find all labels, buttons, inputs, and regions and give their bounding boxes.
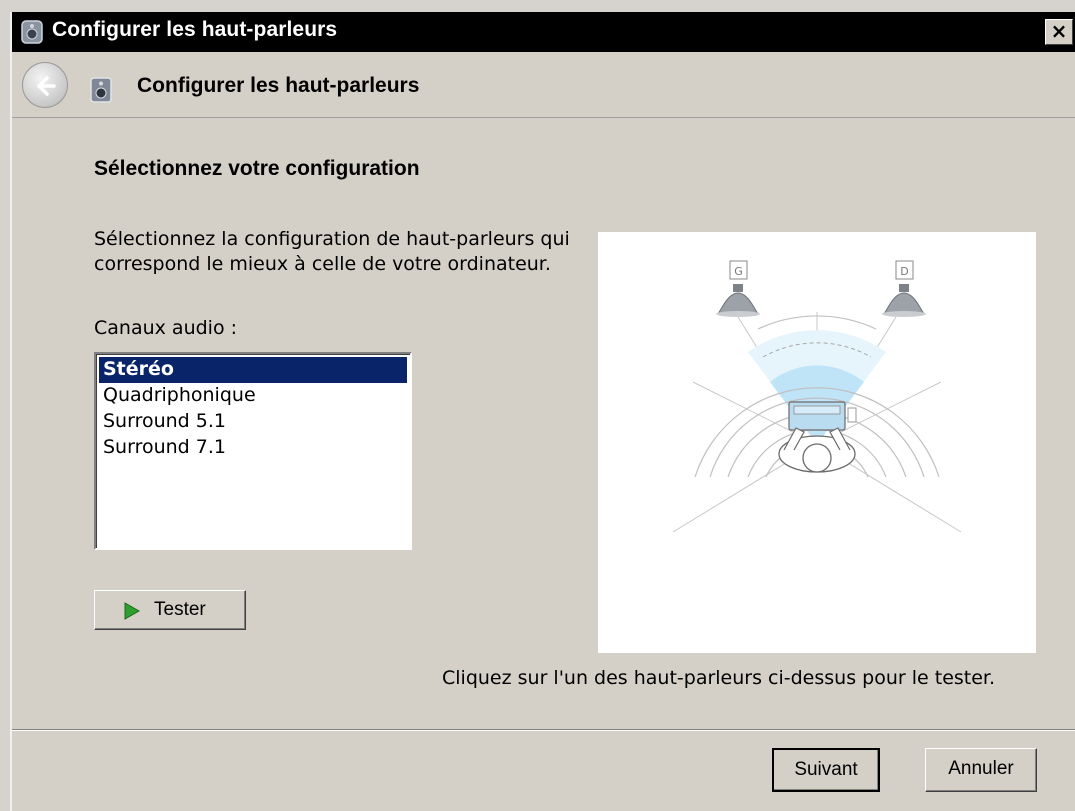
speaker-layout-svg: G D <box>672 260 962 533</box>
speaker-icon <box>90 77 112 103</box>
test-button[interactable]: Tester <box>94 590 246 630</box>
back-button[interactable] <box>22 62 68 108</box>
dialog-window: Configurer les haut-parleurs × Configure… <box>10 12 1075 811</box>
navigation-bar: Configurer les haut-parleurs <box>12 52 1075 118</box>
speaker-diagram: G D <box>598 232 1036 653</box>
speaker-app-icon <box>21 20 43 44</box>
list-item-quadriphonique[interactable]: Quadriphonique <box>99 383 407 409</box>
list-item-surround-7-1[interactable]: Surround 7.1 <box>99 435 407 461</box>
list-item-surround-5-1[interactable]: Surround 5.1 <box>99 409 407 435</box>
test-hint-text: Cliquez sur l'un des haut-parleurs ci-de… <box>442 667 996 689</box>
left-speaker[interactable]: G <box>716 260 760 317</box>
play-icon <box>124 602 140 620</box>
back-arrow-icon <box>37 76 56 96</box>
page-title: Configurer les haut-parleurs <box>137 74 420 97</box>
close-button[interactable]: × <box>1045 19 1073 45</box>
cancel-button[interactable]: Annuler <box>925 748 1037 792</box>
main-content: Sélectionnez votre configuration Sélecti… <box>12 119 1075 729</box>
close-icon: × <box>1050 19 1068 43</box>
title-bar[interactable]: Configurer les haut-parleurs × <box>12 12 1075 52</box>
list-item-stereo[interactable]: Stéréo <box>99 357 407 383</box>
instructions-text: Sélectionnez la configuration de haut-pa… <box>94 228 570 275</box>
next-button[interactable]: Suivant <box>772 748 880 792</box>
window-title: Configurer les haut-parleurs <box>52 18 338 41</box>
left-speaker-label: G <box>734 265 743 278</box>
section-heading: Sélectionnez votre configuration <box>94 157 420 180</box>
audio-channels-list[interactable]: Stéréo Quadriphonique Surround 5.1 Surro… <box>94 352 412 550</box>
test-button-label: Tester <box>154 599 206 620</box>
right-speaker-label: D <box>900 265 908 278</box>
footer-separator <box>12 729 1075 731</box>
channels-label: Canaux audio : <box>94 317 238 339</box>
right-speaker[interactable]: D <box>882 260 926 317</box>
